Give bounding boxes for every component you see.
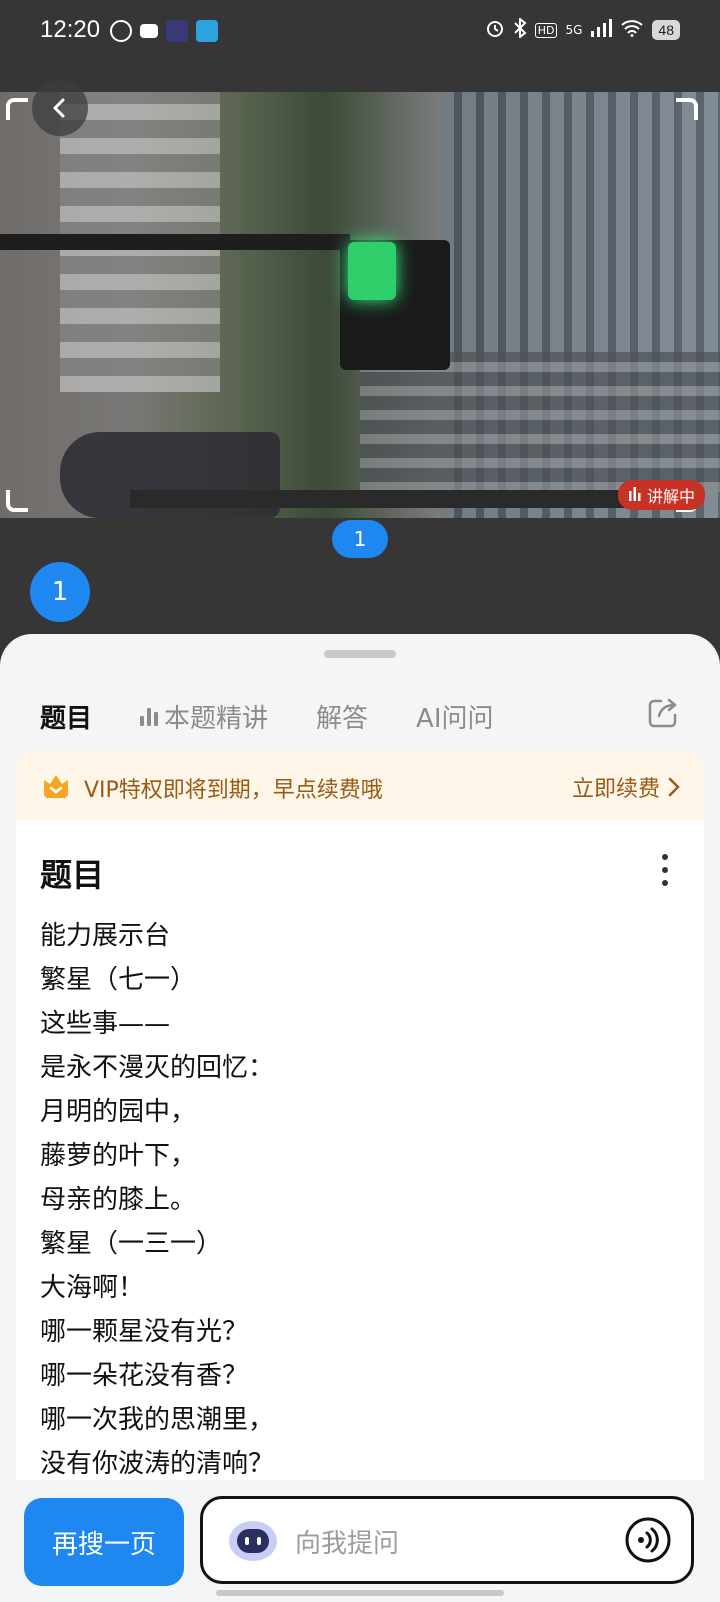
explaining-badge[interactable]: 讲解中 xyxy=(618,480,706,510)
status-bar: 12:20 HD 5G 48 xyxy=(0,0,720,64)
text-line: 繁星（七一） xyxy=(40,965,197,995)
explaining-badge-label: 讲解中 xyxy=(647,487,696,506)
k-app-icon xyxy=(110,20,132,42)
question-title: 题目 xyxy=(40,856,105,894)
crop-corner-top-left[interactable] xyxy=(6,98,28,120)
status-time: 12:20 xyxy=(40,16,101,43)
crop-corner-top-right[interactable] xyxy=(676,98,698,120)
telegram-icon xyxy=(196,20,218,42)
tab-explanation-label: 本题精讲 xyxy=(164,703,269,734)
text-line: 哪一朵花没有香？ xyxy=(40,1361,249,1391)
text-line: 月明的园中， xyxy=(40,1097,197,1127)
photo-green-light xyxy=(348,242,396,300)
audio-bars-icon xyxy=(628,486,642,505)
photo-question-marker[interactable]: 1 xyxy=(332,520,388,558)
ask-input[interactable]: 向我提问 xyxy=(200,1496,694,1584)
photo-pole xyxy=(0,234,350,250)
photo-pole-lower xyxy=(130,490,690,508)
text-line: 哪一次我的思潮里， xyxy=(40,1405,275,1435)
search-again-button[interactable]: 再搜一页 xyxy=(24,1498,184,1586)
tab-bar: 题目 本题精讲 解答 AI问问 xyxy=(40,694,680,738)
tab-question-label: 题目 xyxy=(40,703,93,734)
bluetooth-icon xyxy=(513,16,527,42)
text-line: 大海啊！ xyxy=(40,1273,145,1303)
robot-icon xyxy=(229,1521,277,1561)
system-icons: HD 5G 48 xyxy=(485,16,680,42)
sheet-drag-handle[interactable] xyxy=(324,650,396,658)
alarm-icon xyxy=(485,18,505,42)
wifi-icon xyxy=(620,19,644,41)
chevron-right-icon xyxy=(668,777,680,797)
renew-link[interactable]: 立即续费 xyxy=(572,771,680,803)
bottom-bar: 再搜一页 向我提问 xyxy=(0,1480,720,1602)
chevron-left-icon xyxy=(53,98,65,118)
question-photo[interactable] xyxy=(0,92,720,518)
text-line: 母亲的膝上。 xyxy=(40,1185,197,1215)
voice-icon[interactable] xyxy=(625,1517,671,1563)
tab-answer[interactable]: 解答 xyxy=(316,698,368,735)
result-sheet: 题目 本题精讲 解答 AI问问 VIP特权即将到期，早点续费哦 立即续费 题目 … xyxy=(0,634,720,1602)
text-line: 哪一颗星没有光？ xyxy=(40,1317,249,1347)
play-app-icon xyxy=(166,20,188,42)
text-line: 这些事—— xyxy=(40,1009,171,1039)
back-button[interactable] xyxy=(32,80,88,136)
question-number-circle[interactable]: 1 xyxy=(30,562,90,622)
signal-label: 5G xyxy=(565,23,583,37)
signal-bars-icon xyxy=(590,19,613,41)
ask-placeholder: 向我提问 xyxy=(295,1529,400,1559)
tab-explanation[interactable]: 本题精讲 xyxy=(140,698,268,735)
text-line: 是永不漫灭的回忆： xyxy=(40,1053,275,1083)
audio-bars-icon xyxy=(140,706,159,726)
renew-label: 立即续费 xyxy=(571,777,660,802)
battery-icon: 48 xyxy=(652,20,680,40)
share-icon[interactable] xyxy=(646,696,680,730)
tab-ai-ask[interactable]: AI问问 xyxy=(416,698,493,735)
vip-banner[interactable]: VIP特权即将到期，早点续费哦 立即续费 xyxy=(16,750,704,820)
hd-icon: HD xyxy=(534,22,558,38)
question-card: VIP特权即将到期，早点续费哦 立即续费 题目 能力展示台 繁星（七一） 这些事… xyxy=(16,750,704,1602)
more-options-icon[interactable] xyxy=(662,854,670,886)
tab-ai-ask-label: AI问问 xyxy=(416,703,494,734)
home-indicator[interactable] xyxy=(216,1590,504,1596)
notification-icons xyxy=(110,20,218,42)
text-line: 藤萝的叶下， xyxy=(40,1141,197,1171)
video-icon xyxy=(140,24,158,38)
tab-question[interactable]: 题目 xyxy=(40,698,92,735)
photo-building-lower xyxy=(360,352,720,492)
crown-icon xyxy=(44,775,68,798)
text-line: 能力展示台 xyxy=(40,921,171,951)
text-line: 繁星（一三一） xyxy=(40,1229,223,1259)
question-text: 能力展示台 繁星（七一） 这些事—— 是永不漫灭的回忆： 月明的园中， 藤萝的叶… xyxy=(40,914,680,1486)
vip-expiry-text: VIP特权即将到期，早点续费哦 xyxy=(84,778,383,803)
tab-answer-label: 解答 xyxy=(316,703,369,734)
crop-corner-bottom-left[interactable] xyxy=(6,490,28,512)
